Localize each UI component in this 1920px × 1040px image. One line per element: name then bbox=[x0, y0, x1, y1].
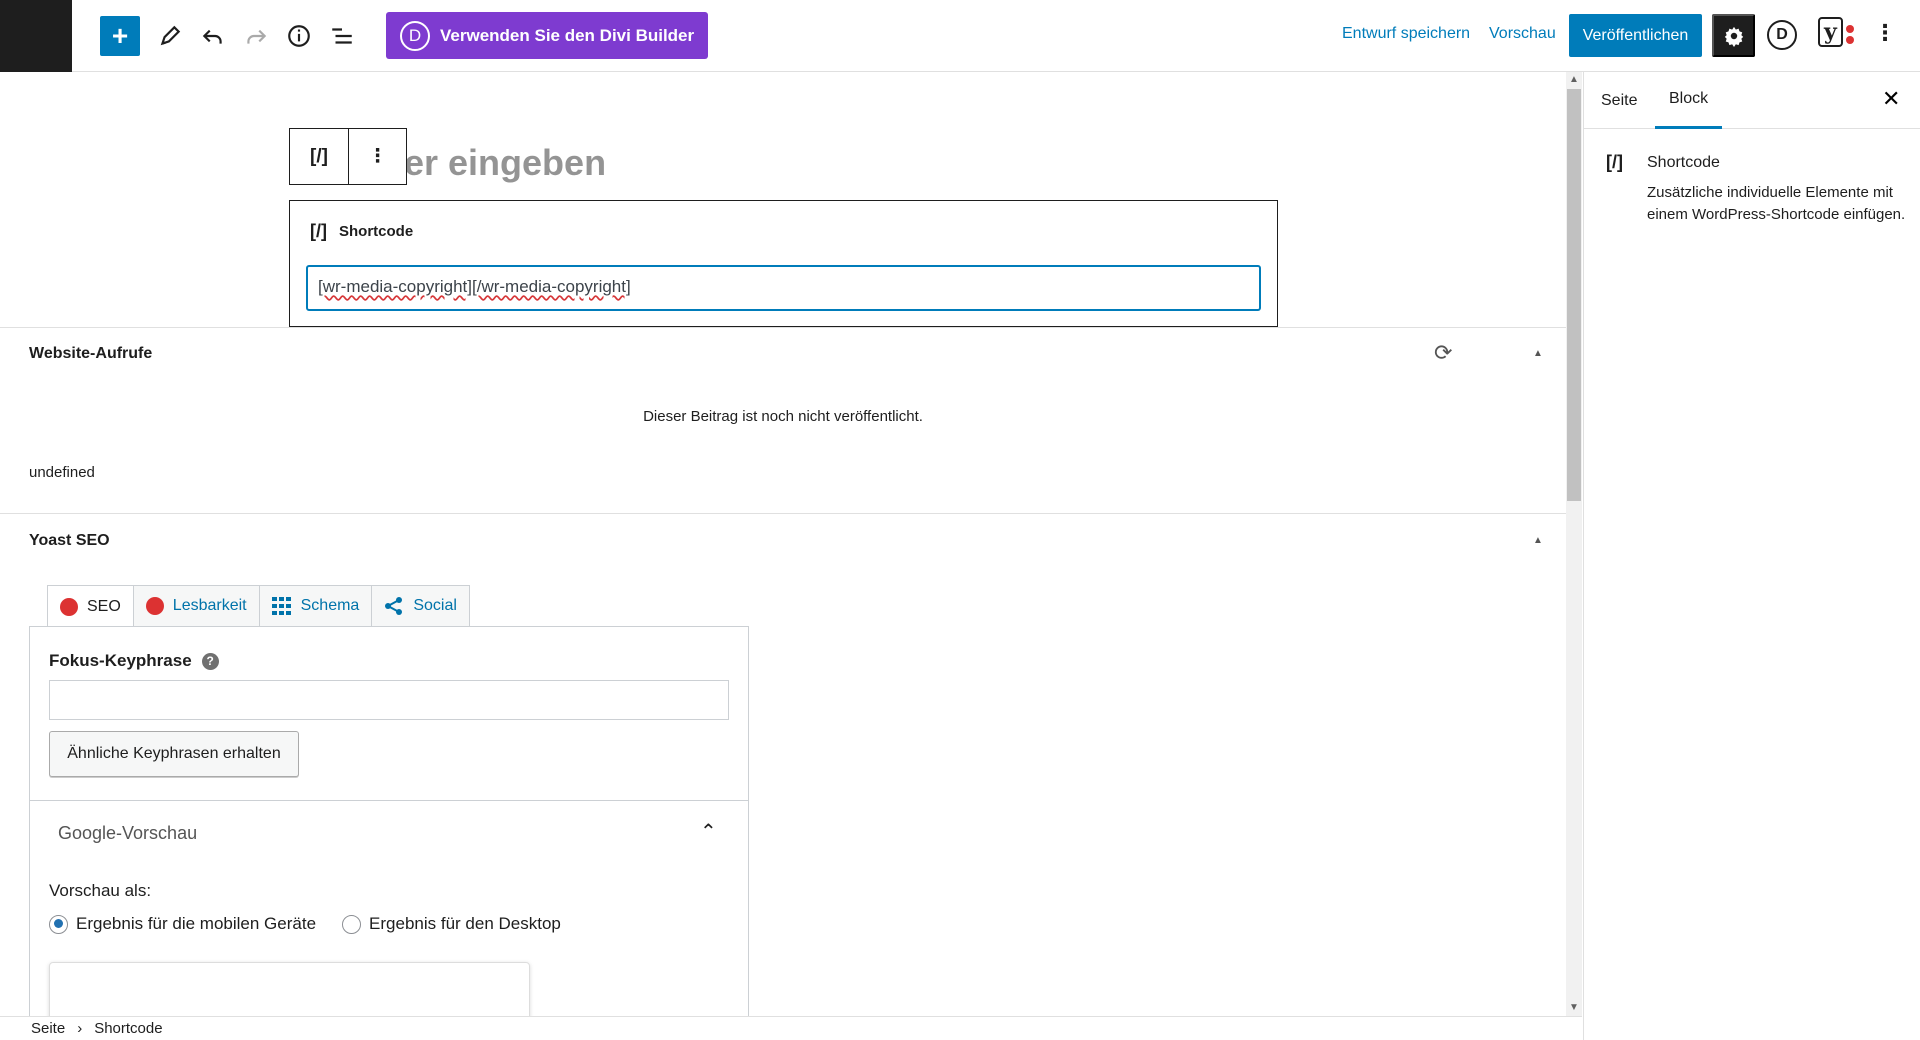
scrollbar-thumb[interactable] bbox=[1567, 89, 1581, 501]
settings-sidebar: Seite Block ✕ [/] Shortcode Zusätzliche … bbox=[1583, 72, 1920, 1040]
shortcode-icon: [/] bbox=[1606, 152, 1623, 172]
tab-readability[interactable]: Lesbarkeit bbox=[132, 585, 260, 626]
yoast-icon[interactable]: y bbox=[1818, 17, 1858, 51]
tab-page[interactable]: Seite bbox=[1601, 72, 1637, 129]
tab-block[interactable]: Block bbox=[1655, 72, 1723, 129]
website-views-message: Dieser Beitrag ist noch nicht veröffentl… bbox=[643, 408, 923, 425]
close-icon: ✕ bbox=[1882, 86, 1901, 111]
list-view-icon bbox=[332, 28, 352, 44]
more-options-button[interactable]: ⋮ bbox=[1874, 20, 1896, 46]
list-view-button[interactable] bbox=[322, 16, 362, 56]
tab-seo-label: SEO bbox=[87, 597, 121, 615]
editor-canvas: er eingeben [/] ⋮ [/] Shortcode [wr-medi… bbox=[0, 72, 1566, 1016]
redo-button[interactable] bbox=[236, 16, 276, 56]
help-icon[interactable]: ? bbox=[201, 652, 219, 670]
block-type-switcher[interactable]: [/] bbox=[290, 129, 348, 184]
yoast-seo-title[interactable]: Yoast SEO bbox=[29, 532, 110, 550]
tab-social-label: Social bbox=[413, 597, 457, 614]
tab-readability-label: Lesbarkeit bbox=[172, 597, 247, 614]
collapse-caret-icon[interactable]: ▲ bbox=[1533, 348, 1543, 359]
scroll-down-arrow-icon[interactable]: ▼ bbox=[1569, 1002, 1579, 1013]
block-card-description: Zusätzliche individuelle Elemente mit ei… bbox=[1647, 184, 1906, 223]
radio-mobile[interactable]: Ergebnis für die mobilen Geräte bbox=[49, 914, 316, 934]
tab-schema-label: Schema bbox=[300, 597, 360, 614]
google-preview-card bbox=[49, 962, 530, 1016]
yoast-tabs: SEO Lesbarkeit Schema Social bbox=[47, 585, 470, 627]
close-sidebar-button[interactable]: ✕ bbox=[1882, 86, 1900, 112]
yoast-status-dot bbox=[1846, 25, 1854, 33]
more-vertical-icon: ⋮ bbox=[368, 146, 387, 167]
focus-keyphrase-text: Fokus-Keyphrase bbox=[49, 651, 192, 670]
divi-builder-button[interactable]: D Verwenden Sie den Divi Builder bbox=[386, 12, 708, 59]
collapse-caret-icon[interactable]: ▲ bbox=[1533, 535, 1543, 546]
website-views-panel: Website-Aufrufe ⟳ ▲ Dieser Beitrag ist n… bbox=[0, 327, 1566, 513]
breadcrumb: Seite › Shortcode bbox=[0, 1016, 1582, 1040]
tools-pen-button[interactable] bbox=[150, 16, 190, 56]
sidebar-tabs: Seite Block ✕ bbox=[1584, 72, 1920, 129]
undo-icon bbox=[202, 29, 222, 44]
shortcode-input[interactable]: [wr-media-copyright][/wr-media-copyright… bbox=[306, 265, 1261, 311]
divi-page-settings-icon[interactable]: D bbox=[1767, 20, 1797, 50]
shortcode-icon: [/] bbox=[310, 145, 328, 167]
divider bbox=[30, 800, 748, 801]
info-icon bbox=[288, 25, 310, 47]
website-views-extra: undefined bbox=[29, 464, 95, 481]
tab-schema[interactable]: Schema bbox=[258, 585, 373, 626]
yoast-seo-tab-content: Fokus-Keyphrase ? Ähnliche Keyphrasen er… bbox=[29, 626, 749, 1016]
block-card-title: Shortcode bbox=[1647, 154, 1720, 171]
divi-logo-icon: D bbox=[400, 20, 430, 51]
yoast-status-dot bbox=[1846, 36, 1854, 44]
shortcode-icon: [/] bbox=[310, 221, 327, 241]
settings-button[interactable] bbox=[1712, 14, 1755, 57]
refresh-icon[interactable]: ⟳ bbox=[1434, 340, 1452, 366]
preview-as-label: Vorschau als: bbox=[49, 881, 152, 900]
seo-score-icon bbox=[60, 597, 78, 616]
yoast-letter: y bbox=[1818, 17, 1843, 47]
redo-icon bbox=[247, 29, 267, 44]
radio-checked-icon bbox=[49, 914, 68, 934]
shortcode-value-open: [wr-media-copyright] bbox=[318, 277, 472, 296]
undo-button[interactable] bbox=[193, 16, 233, 56]
preview-mode-radios: Ergebnis für die mobilen Geräte Ergebnis… bbox=[49, 914, 561, 934]
block-toolbar: [/] ⋮ bbox=[289, 128, 407, 185]
shortcode-block-header: [/] Shortcode bbox=[310, 221, 413, 242]
shortcode-block[interactable]: [/] Shortcode [wr-media-copyright][/wr-m… bbox=[289, 200, 1278, 327]
focus-keyphrase-input[interactable] bbox=[49, 680, 729, 720]
radio-unchecked-icon bbox=[342, 914, 362, 934]
breadcrumb-separator-icon: › bbox=[77, 1020, 83, 1037]
related-keyphrases-button[interactable]: Ähnliche Keyphrasen erhalten bbox=[49, 731, 299, 777]
radio-desktop[interactable]: Ergebnis für den Desktop bbox=[342, 914, 561, 934]
focus-keyphrase-label: Fokus-Keyphrase ? bbox=[49, 651, 219, 671]
tab-seo[interactable]: SEO bbox=[47, 585, 134, 627]
preview-button[interactable]: Vorschau bbox=[1489, 25, 1556, 43]
shortcode-value-close: [/wr-media-copyright] bbox=[472, 277, 631, 296]
divi-builder-label: Verwenden Sie den Divi Builder bbox=[440, 25, 695, 45]
grid-icon bbox=[271, 597, 291, 615]
readability-score-icon bbox=[145, 597, 164, 615]
tab-social[interactable]: Social bbox=[371, 585, 470, 626]
save-draft-button[interactable]: Entwurf speichern bbox=[1342, 25, 1470, 43]
radio-desktop-label: Ergebnis für den Desktop bbox=[369, 914, 561, 933]
plus-icon: + bbox=[111, 20, 129, 51]
post-title-placeholder[interactable]: er eingeben bbox=[404, 142, 606, 184]
details-info-button[interactable] bbox=[279, 16, 319, 56]
google-preview-title[interactable]: Google-Vorschau bbox=[58, 823, 197, 844]
breadcrumb-root[interactable]: Seite bbox=[31, 1020, 65, 1037]
scroll-up-arrow-icon[interactable]: ▲ bbox=[1569, 74, 1579, 85]
add-block-button[interactable]: + bbox=[100, 16, 140, 56]
wordpress-logo-button[interactable] bbox=[0, 0, 72, 72]
gear-icon bbox=[1724, 26, 1743, 47]
shortcode-block-label: Shortcode bbox=[339, 223, 414, 240]
pencil-icon bbox=[160, 25, 181, 46]
publish-button[interactable]: Veröffentlichen bbox=[1569, 14, 1702, 57]
breadcrumb-current[interactable]: Shortcode bbox=[94, 1020, 162, 1037]
website-views-title[interactable]: Website-Aufrufe bbox=[29, 345, 152, 363]
share-icon bbox=[385, 597, 403, 615]
editor-scrollbar[interactable]: ▲ ▼ bbox=[1566, 72, 1582, 1016]
chevron-up-icon[interactable]: ⌃ bbox=[700, 819, 717, 844]
editor-top-toolbar: + D Verwenden Sie den Divi Builder Entwu… bbox=[0, 0, 1920, 72]
block-options-button[interactable]: ⋮ bbox=[348, 129, 406, 184]
radio-mobile-label: Ergebnis für die mobilen Geräte bbox=[76, 914, 317, 933]
